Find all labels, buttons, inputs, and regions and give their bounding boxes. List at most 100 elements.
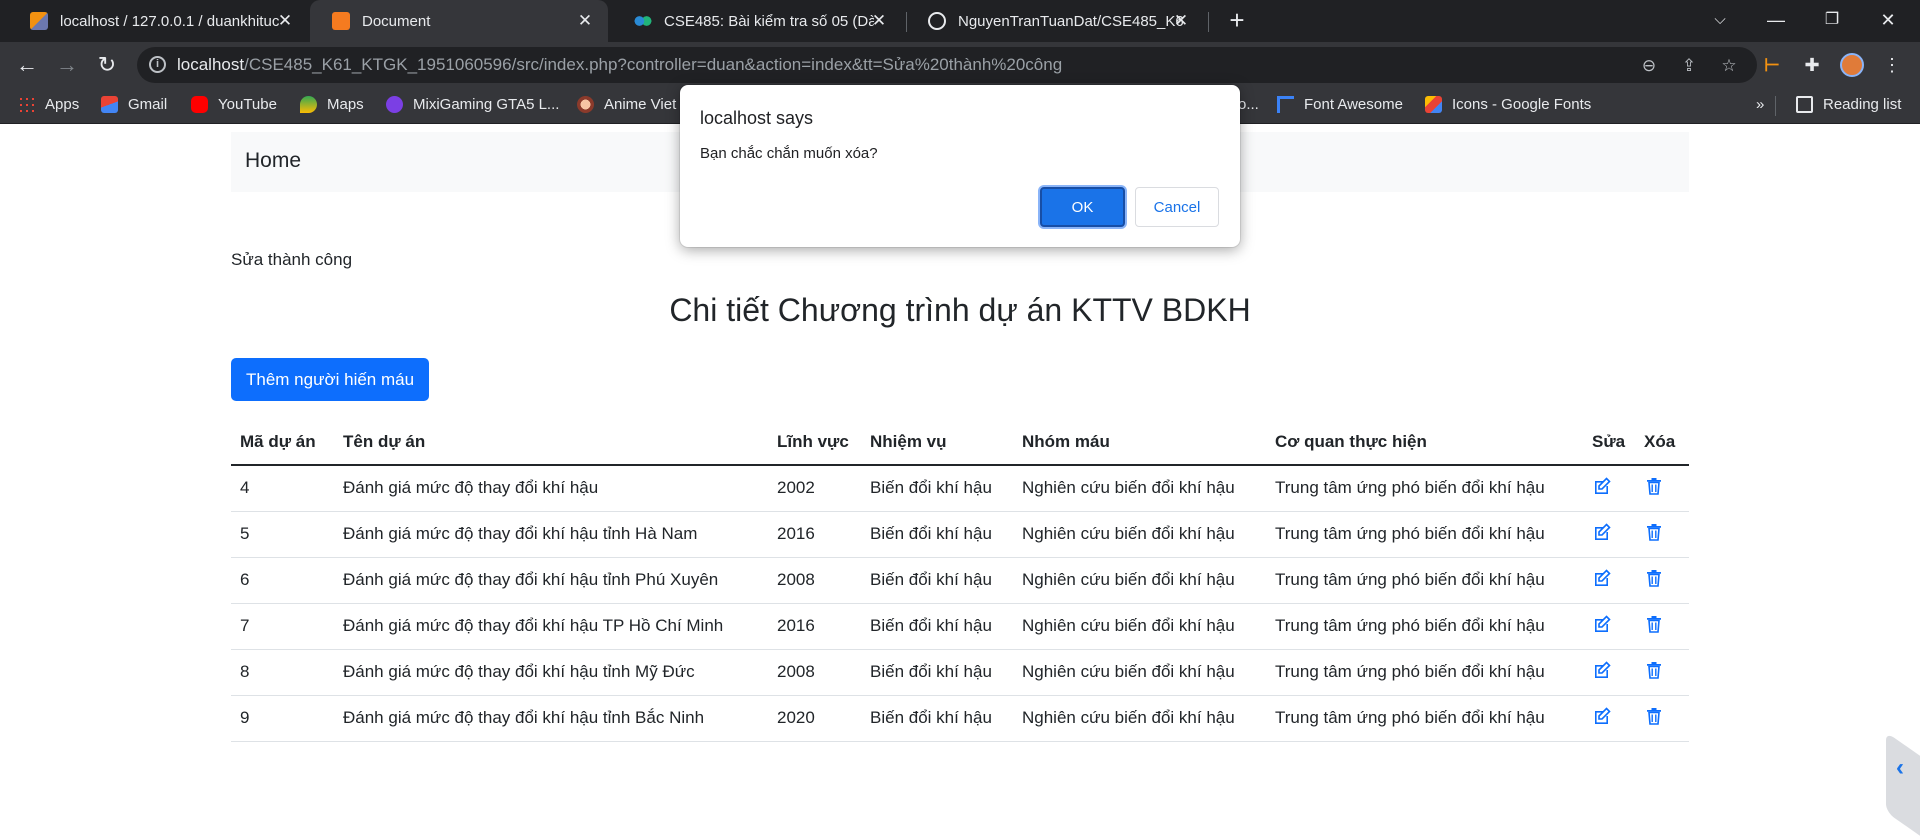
extension-icon[interactable]: ⊢ [1760, 53, 1784, 77]
back-arrow-icon[interactable]: ← [12, 50, 42, 80]
trash-icon[interactable] [1644, 476, 1664, 496]
bookmark-gmail[interactable]: Gmail [101, 96, 167, 113]
apps-grid-icon [18, 96, 35, 113]
bookmark-font-awesome[interactable]: Font Awesome [1277, 96, 1403, 113]
trash-icon[interactable] [1644, 614, 1664, 634]
table-cell: 2016 [768, 603, 861, 650]
bookmark-mixigaming[interactable]: MixiGaming GTA5 L... [386, 96, 559, 113]
address-bar[interactable]: i localhost/CSE485_K61_KTGK_1951060596/s… [137, 47, 1757, 83]
page-title: Chi tiết Chương trình dự án KTTV BDKH [669, 292, 1251, 328]
share-icon[interactable]: ⇪ [1678, 55, 1700, 77]
bookmark-maps[interactable]: Maps [300, 96, 364, 113]
table-row: 8 Đánh giá mức độ thay đổi khí hậu tỉnh M… [231, 649, 1689, 696]
gmail-icon [101, 96, 118, 113]
course-site-icon [634, 12, 652, 30]
close-icon[interactable]: ✕ [1170, 10, 1192, 32]
table-cell: 4 [231, 465, 334, 512]
table-cell: Trung tâm ứng phó biến đổi khí hậu [1266, 465, 1583, 512]
edit-icon[interactable] [1592, 522, 1612, 542]
extensions-puzzle-icon[interactable]: ✚ [1800, 53, 1824, 77]
delete-cell [1635, 557, 1689, 604]
bookmark-truncated[interactable]: o... [1238, 96, 1259, 113]
edit-cell [1583, 557, 1635, 604]
delete-cell [1635, 695, 1689, 742]
close-icon[interactable]: ✕ [274, 10, 296, 32]
reading-list-button[interactable]: Reading list [1796, 96, 1901, 113]
table-cell: Biến đổi khí hậu [861, 465, 1013, 512]
tab-github[interactable]: NguyenTranTuanDat/CSE485_K61 ✕ [906, 0, 1204, 42]
github-icon [928, 12, 946, 30]
table-cell: 2008 [768, 649, 861, 696]
table-cell: 2002 [768, 465, 861, 512]
bookmark-youtube[interactable]: YouTube [191, 96, 277, 113]
table-row: 6 Đánh giá mức độ thay đổi khí hậu tỉnh P… [231, 557, 1689, 604]
edit-icon[interactable] [1592, 614, 1612, 634]
table-cell: Nghiên cứu biến đổi khí hậu [1013, 603, 1266, 650]
trash-icon[interactable] [1644, 706, 1664, 726]
flash-message: Sửa thành công [231, 250, 353, 269]
edit-icon[interactable] [1592, 706, 1612, 726]
trash-icon[interactable] [1644, 660, 1664, 680]
column-header: Nhóm máu [1013, 420, 1266, 466]
table-cell: Đánh giá mức độ thay đổi khí hậu TP Hồ C… [334, 603, 768, 650]
close-icon[interactable]: ✕ [574, 10, 596, 32]
table-header-row: Mã dự án Tên dự án Lĩnh vực Nhiệm vụ Nhó… [231, 420, 1689, 466]
side-panel-tab[interactable] [1886, 731, 1920, 840]
bookmark-anime[interactable]: Anime Viet [577, 96, 676, 113]
dialog-title: localhost says [700, 108, 814, 128]
table-cell: Nghiên cứu biến đổi khí hậu [1013, 465, 1266, 512]
profile-avatar[interactable] [1840, 53, 1864, 77]
table-cell: Đánh giá mức độ thay đổi khí hậu tỉnh Mỹ… [334, 649, 768, 696]
table-cell: Nghiên cứu biến đổi khí hậu [1013, 557, 1266, 604]
cancel-button[interactable]: Cancel [1135, 187, 1219, 227]
bookmark-apps[interactable]: Apps [18, 96, 79, 113]
add-donor-button[interactable]: Thêm người hiến máu [231, 358, 430, 401]
reload-icon[interactable]: ↻ [92, 50, 122, 80]
column-header: Tên dự án [334, 420, 768, 466]
forward-arrow-icon[interactable]: → [52, 50, 82, 80]
edit-icon[interactable] [1592, 568, 1612, 588]
anime-icon [577, 96, 594, 113]
new-tab-button[interactable]: + [1222, 6, 1252, 36]
ok-button[interactable]: OK [1040, 187, 1125, 227]
tab-title: NguyenTranTuanDat/CSE485_K61 [958, 12, 1184, 30]
confirm-dialog: localhost says Bạn chắc chắn muốn xóa? O… [680, 85, 1240, 247]
table-cell: 7 [231, 603, 334, 650]
table-row: 7 Đánh giá mức độ thay đổi khí hậu TP Hồ … [231, 603, 1689, 650]
tab-cse485-assignment[interactable]: CSE485: Bài kiểm tra số 05 (Dành ✕ [612, 0, 902, 42]
flag-icon [1277, 96, 1294, 113]
menu-dots-icon[interactable]: ⋮ [1880, 53, 1904, 77]
table-cell: Đánh giá mức độ thay đổi khí hậu [334, 465, 768, 512]
table-cell: 2020 [768, 695, 861, 742]
navbar-brand-home[interactable]: Home [245, 149, 301, 173]
chevron-left-icon[interactable]: ‹ [1896, 754, 1904, 782]
table-cell: Biến đổi khí hậu [861, 603, 1013, 650]
window-close-button[interactable]: ✕ [1860, 0, 1916, 42]
trash-icon[interactable] [1644, 522, 1664, 542]
tab-search-chevron-icon[interactable]: ⌵ [1692, 0, 1748, 42]
column-header: Mã dự án [231, 420, 334, 466]
edit-cell [1583, 695, 1635, 742]
table-cell: Trung tâm ứng phó biến đổi khí hậu [1266, 695, 1583, 742]
edit-icon[interactable] [1592, 660, 1612, 680]
table-cell: 9 [231, 695, 334, 742]
reading-list-icon [1796, 96, 1813, 113]
site-info-icon[interactable]: i [149, 56, 166, 73]
url-text[interactable]: localhost/CSE485_K61_KTGK_1951060596/src… [177, 55, 1062, 75]
trash-icon[interactable] [1644, 568, 1664, 588]
bookmark-star-icon[interactable]: ☆ [1718, 55, 1740, 77]
tab-title: CSE485: Bài kiểm tra số 05 (Dành [664, 12, 874, 30]
edit-icon[interactable] [1592, 476, 1612, 496]
minimize-button[interactable]: — [1748, 0, 1804, 42]
dialog-message: Bạn chắc chắn muốn xóa? [700, 145, 878, 162]
bookmarks-overflow-button[interactable]: » [1756, 96, 1764, 113]
close-icon[interactable]: ✕ [868, 10, 890, 32]
tab-phpmyadmin[interactable]: localhost / 127.0.0.1 / duankhituc ✕ [8, 0, 308, 42]
restore-button[interactable]: ❐ [1804, 0, 1860, 42]
zoom-icon[interactable]: ⊖ [1638, 55, 1660, 77]
delete-cell [1635, 603, 1689, 650]
table-row: 4 Đánh giá mức độ thay đổi khí hậu 2002 Biế… [231, 465, 1689, 512]
bookmark-google-fonts[interactable]: Icons - Google Fonts [1425, 96, 1591, 113]
tab-document[interactable]: Document ✕ [310, 0, 608, 42]
table-cell: Biến đổi khí hậu [861, 511, 1013, 558]
